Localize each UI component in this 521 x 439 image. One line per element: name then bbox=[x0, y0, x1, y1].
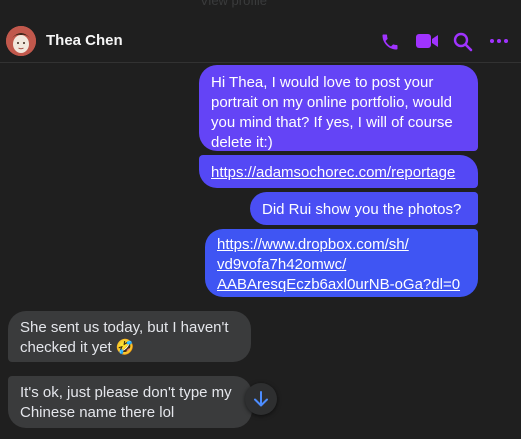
message-outgoing-link[interactable]: https://adamsochorec.com/reportage bbox=[199, 155, 478, 188]
portfolio-link[interactable]: https://adamsochorec.com/reportage bbox=[211, 164, 455, 181]
dropbox-link-line[interactable]: AABAresqEczb6axl0urNB-oGa?dl=0 bbox=[217, 275, 466, 295]
message-outgoing[interactable]: Did Rui show you the photos? bbox=[250, 192, 478, 225]
search-icon[interactable] bbox=[453, 32, 475, 52]
conversation-header: Thea Chen bbox=[0, 0, 521, 63]
message-text: Hi Thea, I would love to post your portr… bbox=[211, 74, 453, 151]
contact-name[interactable]: Thea Chen bbox=[46, 32, 123, 49]
message-incoming[interactable]: She sent us today, but I haven't checked… bbox=[8, 311, 251, 362]
scroll-to-bottom-button[interactable] bbox=[245, 383, 277, 415]
message-text-line: Chinese name there lol bbox=[20, 404, 175, 421]
avatar[interactable] bbox=[6, 26, 36, 56]
more-options-icon[interactable] bbox=[488, 32, 510, 50]
dropbox-link-line[interactable]: vd9vofa7h42omwc/ bbox=[217, 255, 466, 275]
arrow-down-icon bbox=[254, 391, 268, 407]
message-outgoing-link[interactable]: https://www.dropbox.com/sh/ vd9vofa7h42o… bbox=[205, 229, 478, 297]
video-call-icon[interactable] bbox=[415, 32, 438, 50]
phone-icon[interactable] bbox=[380, 32, 402, 50]
dropbox-link-line[interactable]: https://www.dropbox.com/sh/ bbox=[217, 235, 466, 255]
avatar-image bbox=[6, 26, 36, 56]
message-list[interactable]: Hi Thea, I would love to post your portr… bbox=[0, 63, 521, 439]
message-text: Did Rui show you the photos? bbox=[262, 201, 462, 218]
message-incoming[interactable]: It's ok, just please don't type my Chine… bbox=[8, 376, 252, 428]
rofl-emoji-icon: 🤣 bbox=[115, 339, 135, 356]
message-outgoing[interactable]: Hi Thea, I would love to post your portr… bbox=[199, 65, 478, 151]
message-text-line: It's ok, just please don't type my bbox=[20, 384, 232, 401]
